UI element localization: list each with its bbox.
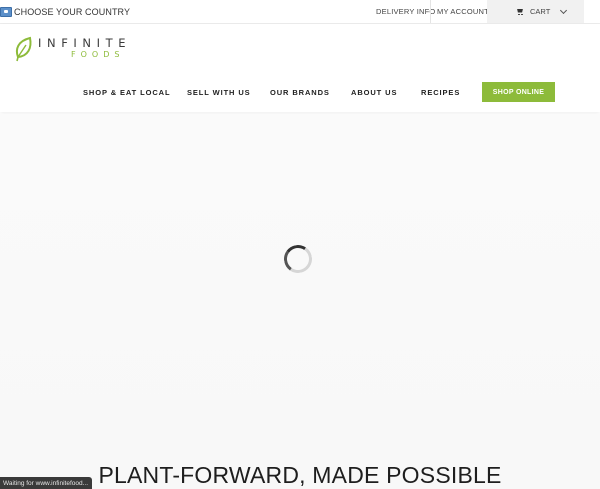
divider [430,0,431,23]
cart-icon [516,9,524,15]
leaf-logo-icon [15,36,32,62]
nav-item-shop-eat-local[interactable]: SHOP & EAT LOCAL [83,82,170,102]
site-logo[interactable]: INFINITE FOODS [14,35,154,63]
my-account-link[interactable]: MY ACCOUNT [437,0,489,23]
nav-item-recipes[interactable]: RECIPES [421,82,460,102]
browser-status-bar: Waiting for www.infinitefood... [0,477,93,489]
logo-subtitle: FOODS [71,50,125,59]
cart-button[interactable]: CART [487,0,584,23]
country-label: CHOOSE YOUR COUNTRY [14,6,131,17]
site-header: INFINITE FOODS SHOP & EAT LOCAL SELL WIT… [0,24,600,112]
logo-wordmark: INFINITE [38,36,132,50]
delivery-info-link[interactable]: DELIVERY INFO [376,0,435,23]
cart-label: CART [530,7,551,16]
page: CHOOSE YOUR COUNTRY DELIVERY INFO MY ACC… [0,0,600,489]
flag-icon [0,6,12,17]
nav-item-our-brands[interactable]: OUR BRANDS [270,82,330,102]
nav-item-sell-with-us[interactable]: SELL WITH US [187,82,251,102]
country-selector[interactable]: CHOOSE YOUR COUNTRY [0,0,130,23]
nav-item-about-us[interactable]: ABOUT US [351,82,397,102]
top-utility-bar: CHOOSE YOUR COUNTRY DELIVERY INFO MY ACC… [0,0,600,24]
shop-online-button[interactable]: SHOP ONLINE [482,82,555,102]
chevron-down-icon [560,6,568,14]
hero-section [0,114,600,489]
